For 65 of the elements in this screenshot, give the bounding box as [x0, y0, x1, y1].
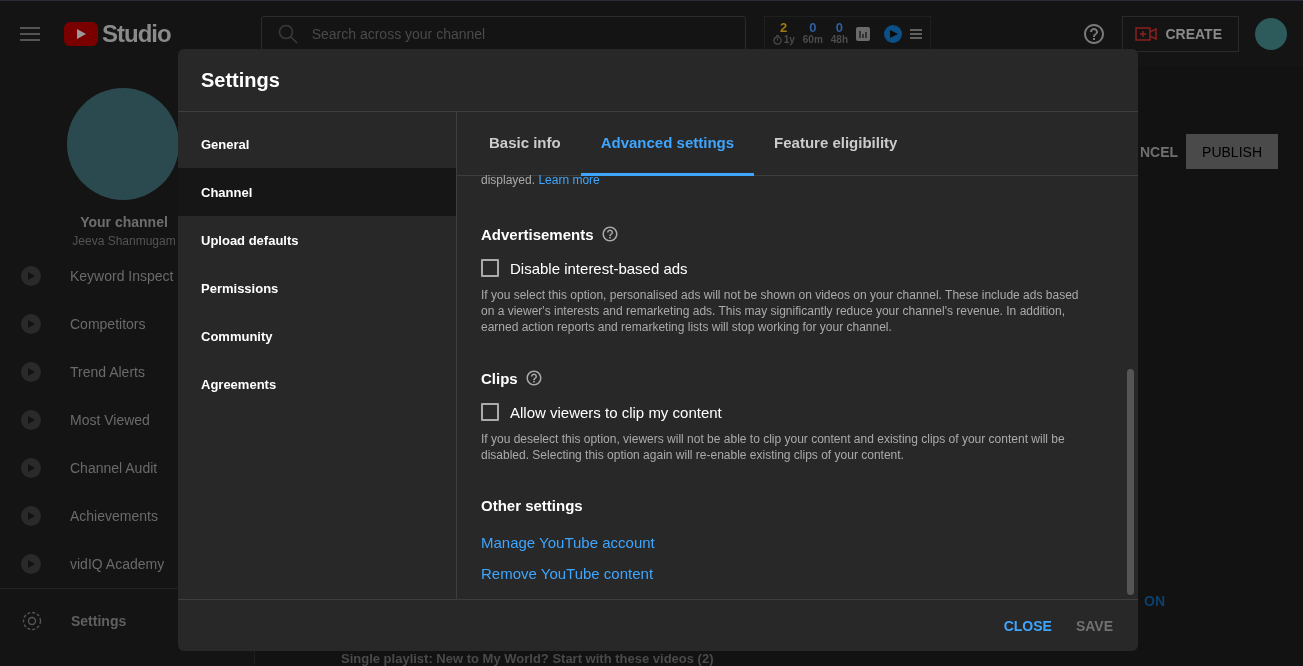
sidebar-item[interactable]: vidIQ Academy	[70, 556, 165, 572]
checkbox[interactable]	[481, 403, 499, 421]
sidebar-item[interactable]: Keyword Inspect	[70, 268, 174, 284]
play-badge-icon	[21, 410, 41, 430]
nav-item[interactable]: General	[178, 120, 456, 168]
checkbox-label[interactable]: Allow viewers to clip my content	[510, 403, 722, 421]
play-badge-icon	[21, 458, 41, 478]
help-icon[interactable]	[600, 225, 619, 243]
play-logo-icon	[64, 21, 98, 46]
play-badge-icon	[21, 314, 41, 334]
dialog-button[interactable]: CLOSE	[995, 609, 1060, 642]
section-heading: Advertisements	[481, 225, 594, 243]
sidebar-item[interactable]: Settings	[71, 613, 127, 629]
create-button[interactable]: CREATE	[1122, 15, 1239, 52]
play-badge-icon[interactable]	[884, 24, 903, 43]
help-icon[interactable]	[1082, 21, 1107, 46]
tab[interactable]: Basic info	[469, 112, 581, 176]
sidebar-item[interactable]: Channel Audit	[70, 460, 158, 476]
nav-item[interactable]: Permissions	[178, 264, 456, 312]
play-badge-icon	[21, 506, 41, 526]
settings-link[interactable]: Remove YouTube content	[481, 565, 654, 582]
section-heading: Other settings	[481, 497, 583, 514]
playlist-title: Single playlist: New to My World? Start with these videos (2)	[341, 651, 715, 666]
list-icon[interactable]	[910, 28, 923, 39]
play-badge-icon	[21, 554, 41, 574]
bar-chart-icon[interactable]	[856, 26, 871, 41]
option-description: If you deselect this option, viewers will not be able to clip your content and existing clips of your content will be disabled. Selecting this option again will re-enable existing clips of your content.	[481, 431, 1066, 463]
dialog-title: Settings	[178, 49, 1138, 112]
avatar[interactable]	[1255, 17, 1287, 50]
intro-text: displayed. Learn more	[481, 173, 601, 187]
timer-icon	[772, 34, 782, 45]
channel-title[interactable]: Your channel	[80, 214, 168, 230]
sidebar-item[interactable]: Most Viewed	[70, 412, 150, 428]
checkbox[interactable]	[481, 259, 499, 277]
nav-item[interactable]: Channel	[178, 168, 456, 216]
stat-label: 1y	[783, 33, 795, 46]
play-badge-icon	[21, 266, 41, 286]
tab[interactable]: Advanced settings	[580, 112, 755, 176]
section-heading: Clips	[481, 369, 518, 387]
scrollbar-thumb[interactable]	[1127, 369, 1134, 595]
stat-value: 0	[835, 21, 844, 34]
nav-item[interactable]: Upload defaults	[178, 216, 456, 264]
sidebar-item[interactable]: Achievements	[70, 508, 158, 524]
play-badge-icon	[21, 362, 41, 382]
stat-value: 2	[780, 21, 788, 34]
channel-name: Jeeva Shanmugam	[72, 234, 176, 248]
tab[interactable]: Feature eligibility	[754, 112, 918, 176]
learn-more-link[interactable]: Learn more	[538, 173, 600, 187]
help-icon[interactable]	[524, 369, 543, 387]
settings-icon	[21, 610, 43, 632]
sidebar-item[interactable]: Competitors	[70, 316, 146, 332]
settings-link[interactable]: Manage YouTube account	[481, 534, 655, 551]
stat-value: 0	[809, 21, 817, 34]
nav-item[interactable]: Agreements	[178, 360, 456, 408]
video-plus-icon	[1135, 25, 1158, 42]
logo-text: Studio	[102, 19, 171, 48]
cancel-button[interactable]: NCEL	[1139, 143, 1179, 160]
stat-label: 60m	[802, 33, 823, 46]
nav-item[interactable]: Community	[178, 312, 456, 360]
checkbox-label[interactable]: Disable interest-based ads	[510, 259, 688, 277]
menu-icon[interactable]	[20, 26, 40, 41]
stat-label: 48h	[830, 33, 849, 46]
option-description: If you select this option, personalised ads will not be shown on videos on your channel. These include ads based on a viewer's interests and remarketing ads. This may significantly reduce your channel's revenue. In addition, earned action reports and remarketing lists will stop working for your channel.	[481, 287, 1080, 335]
sidebar-item[interactable]: Trend Alerts	[70, 364, 145, 380]
search-icon	[277, 23, 298, 44]
